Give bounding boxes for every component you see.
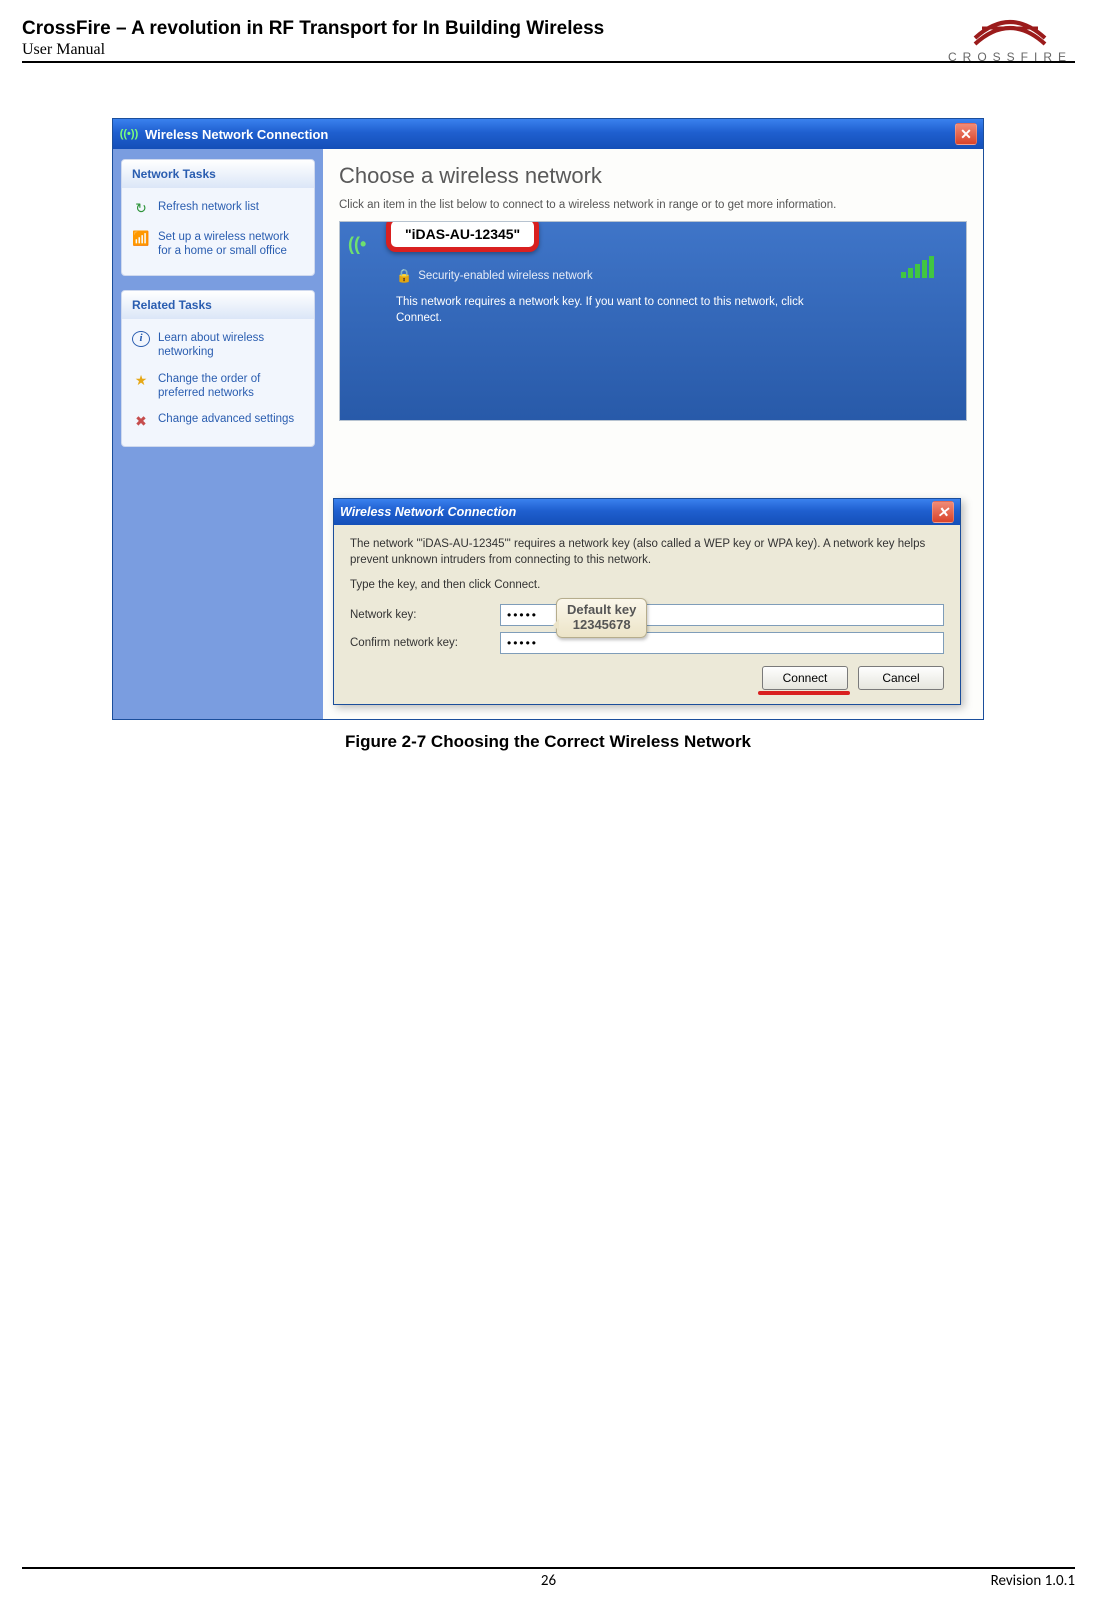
task-label: Learn about wireless networking <box>158 331 304 360</box>
task-label: Refresh network list <box>158 200 259 218</box>
star-icon: ★ <box>132 372 150 390</box>
network-info-text: This network requires a network key. If … <box>396 294 826 326</box>
callout-line2: 12345678 <box>567 618 636 633</box>
related-tasks-title: Related Tasks <box>122 291 314 319</box>
close-icon[interactable]: ✕ <box>932 501 954 523</box>
secure-text: Security-enabled wireless network <box>418 270 593 282</box>
ssid-callout: "iDAS-AU-12345" <box>386 221 539 252</box>
revision-text: Revision 1.0.1 <box>991 1572 1075 1590</box>
choose-heading: Choose a wireless network <box>339 163 967 189</box>
task-label: Change the order of preferred networks <box>158 372 304 401</box>
page-subtitle: User Manual <box>22 41 1075 59</box>
callout-line1: Default key <box>567 603 636 618</box>
signal-bars-icon <box>901 256 934 278</box>
page-footer: 26 Revision 1.0.1 <box>22 1567 1075 1590</box>
dialog-titlebar[interactable]: Wireless Network Connection ✕ <box>334 499 960 525</box>
dialog-buttons: Connect Cancel <box>350 666 944 690</box>
window-main: Choose a wireless network Click an item … <box>323 149 983 719</box>
task-label: Set up a wireless network for a home or … <box>158 230 304 259</box>
brand-logo: CROSSFIRE <box>948 14 1072 64</box>
default-key-callout: Default key 12345678 <box>556 598 647 638</box>
dialog-para2: Type the key, and then click Connect. <box>350 578 944 594</box>
logo-swoosh-icon <box>970 14 1050 48</box>
task-learn-wireless[interactable]: i Learn about wireless networking <box>128 325 308 366</box>
figure-caption: Figure 2-7 Choosing the Correct Wireless… <box>112 732 984 752</box>
wireless-icon: ((•)) <box>119 126 139 142</box>
network-key-dialog: Wireless Network Connection ✕ The networ… <box>333 498 961 705</box>
setup-icon: 📶 <box>132 230 150 248</box>
dialog-body: The network '"iDAS-AU-12345"' requires a… <box>334 525 960 704</box>
window-titlebar[interactable]: ((•)) Wireless Network Connection ✕ <box>113 119 983 149</box>
figure-wrap: ((•)) Wireless Network Connection ✕ Netw… <box>112 118 984 752</box>
refresh-icon: ↻ <box>132 200 150 218</box>
connect-button[interactable]: Connect <box>762 666 848 690</box>
field-network-key: Network key: Default key 12345678 <box>350 604 944 626</box>
task-refresh-network[interactable]: ↻ Refresh network list <box>128 194 308 224</box>
task-advanced-settings[interactable]: ✖ Change advanced settings <box>128 406 308 436</box>
advanced-icon: ✖ <box>132 412 150 430</box>
task-change-order[interactable]: ★ Change the order of preferred networks <box>128 366 308 407</box>
page-title: CrossFire – A revolution in RF Transport… <box>22 18 1075 40</box>
sidebar: Network Tasks ↻ Refresh network list 📶 S… <box>113 149 323 719</box>
choose-description: Click an item in the list below to conne… <box>339 199 967 211</box>
logo-text: CROSSFIRE <box>948 50 1072 64</box>
page-number: 26 <box>541 1572 556 1590</box>
network-secure-line: 🔒 Security-enabled wireless network <box>396 268 922 284</box>
task-setup-network[interactable]: 📶 Set up a wireless network for a home o… <box>128 224 308 265</box>
wireless-window: ((•)) Wireless Network Connection ✕ Netw… <box>112 118 984 720</box>
label-confirm-key: Confirm network key: <box>350 637 500 649</box>
window-title: Wireless Network Connection <box>145 127 328 142</box>
page-header: CrossFire – A revolution in RF Transport… <box>22 18 1075 63</box>
network-tasks-title: Network Tasks <box>122 160 314 188</box>
network-list[interactable]: ▲ ((• "iDAS-AU-12345" 🔒 Security-enabled… <box>339 221 967 421</box>
network-item-selected[interactable]: ((• "iDAS-AU-12345" 🔒 Security-enabled w… <box>340 222 966 420</box>
signal-icon: ((• <box>348 234 366 255</box>
lock-icon: 🔒 <box>396 268 412 284</box>
label-network-key: Network key: <box>350 609 500 621</box>
info-icon: i <box>132 331 150 347</box>
field-confirm-key: Confirm network key: <box>350 632 944 654</box>
task-label: Change advanced settings <box>158 412 294 430</box>
dialog-title: Wireless Network Connection <box>340 505 516 519</box>
network-tasks-panel: Network Tasks ↻ Refresh network list 📶 S… <box>121 159 315 276</box>
dialog-para1: The network '"iDAS-AU-12345"' requires a… <box>350 537 944 568</box>
connect-highlight <box>758 691 850 695</box>
cancel-button[interactable]: Cancel <box>858 666 944 690</box>
related-tasks-panel: Related Tasks i Learn about wireless net… <box>121 290 315 448</box>
close-icon[interactable]: ✕ <box>955 123 977 145</box>
